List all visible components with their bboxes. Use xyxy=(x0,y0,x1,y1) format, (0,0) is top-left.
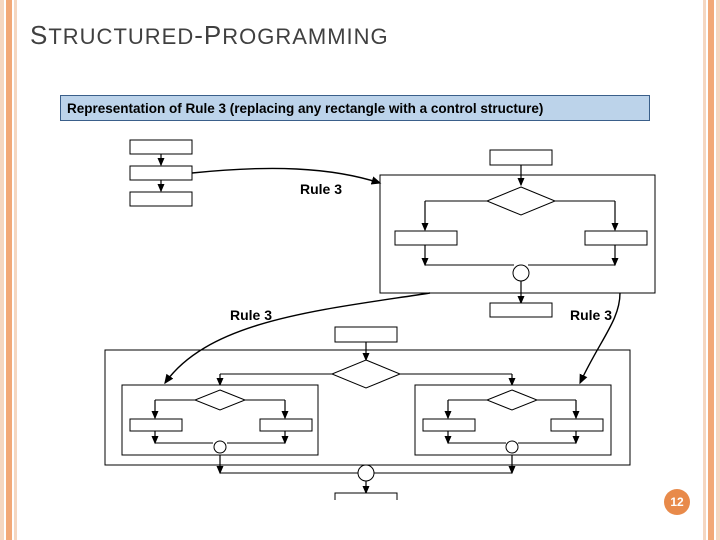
right-stripe-3 xyxy=(703,0,706,540)
label-rule-left: Rule 3 xyxy=(230,307,272,323)
caption-text: Representation of Rule 3 (replacing any … xyxy=(67,101,543,116)
page-number-badge: 12 xyxy=(664,489,690,515)
right-stripe-1 xyxy=(716,0,720,540)
title-rest-2: ROGRAMMING xyxy=(222,24,388,49)
diagram-area: Rule 3 Rule 3 Rule 3 xyxy=(60,125,670,500)
right-stripe-2 xyxy=(708,0,714,540)
title-rest-1: TRUCTURED xyxy=(48,24,194,49)
diagram-caption: Representation of Rule 3 (replacing any … xyxy=(60,95,650,121)
page-title: STRUCTURED-PROGRAMMING xyxy=(30,20,389,51)
page-number: 12 xyxy=(670,495,683,509)
label-rule-right: Rule 3 xyxy=(570,307,612,323)
title-cap-1: S xyxy=(30,20,48,50)
left-stripe-1 xyxy=(0,0,4,540)
label-rule-top: Rule 3 xyxy=(300,181,342,197)
left-stripe-3 xyxy=(14,0,17,540)
title-cap-2: -P xyxy=(194,20,222,50)
left-stripe-2 xyxy=(6,0,12,540)
